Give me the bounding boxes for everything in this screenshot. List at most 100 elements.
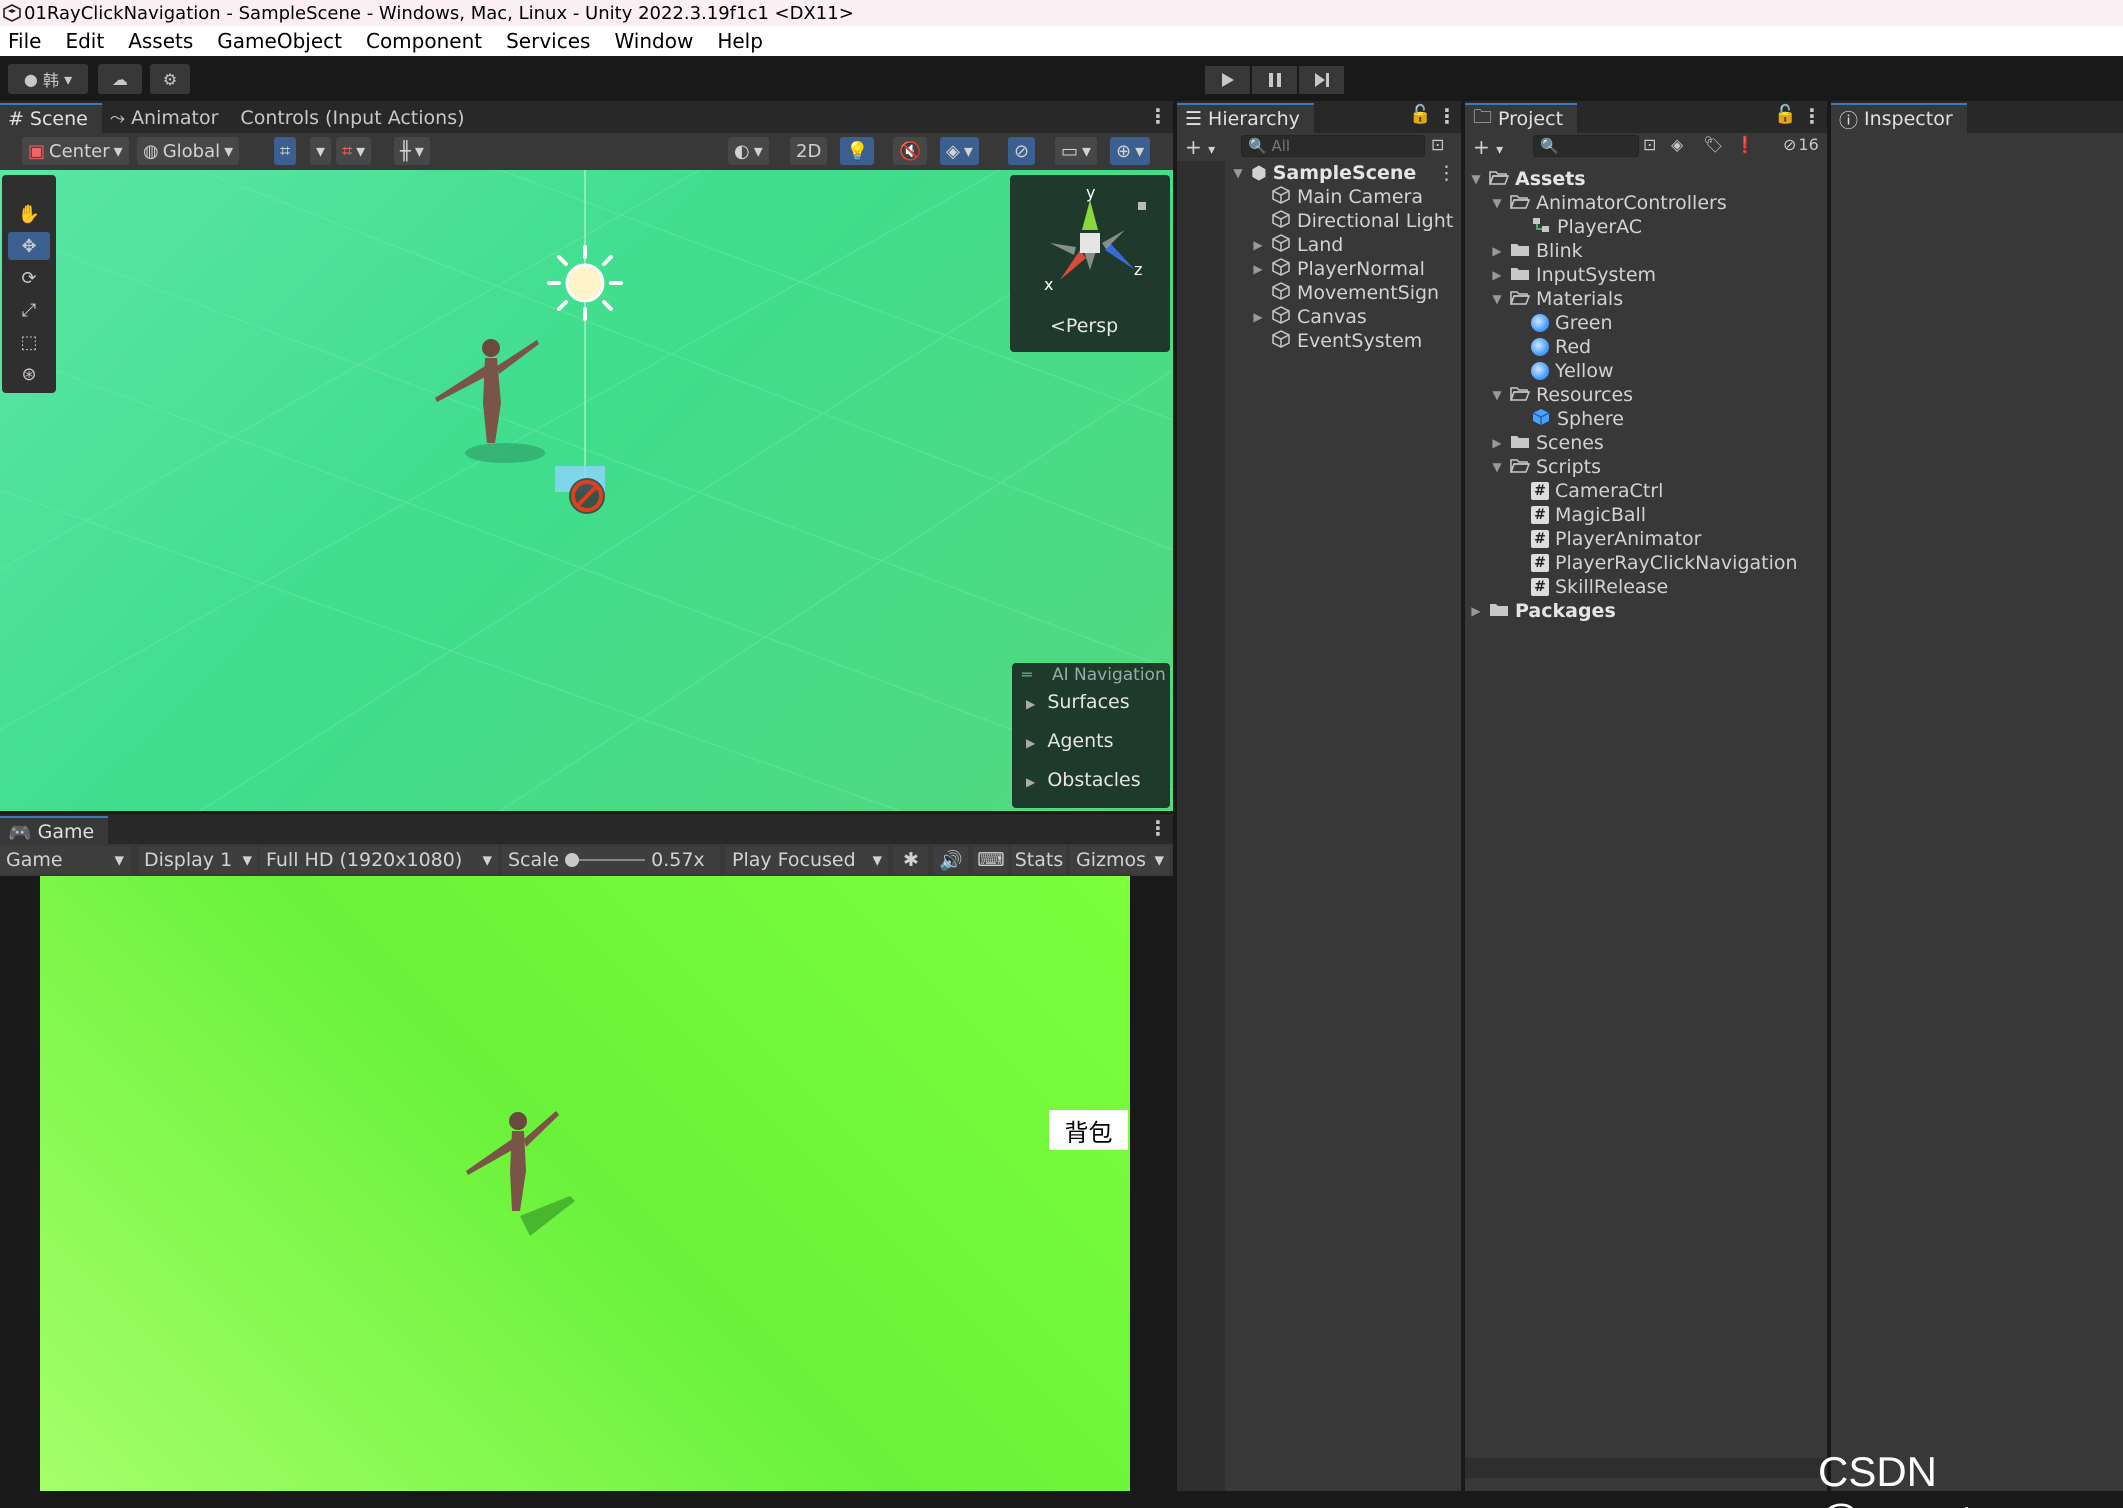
project-create-dropdown[interactable]: + ▾ [1473,135,1503,159]
project-item[interactable]: ▶ InputSystem [1490,263,1656,287]
pivot-space-dropdown[interactable]: ◍ Global ▾ [137,137,240,165]
tab-animator[interactable]: ⤳ Animator [102,103,233,133]
project-search-input[interactable]: 🔍 [1533,135,1639,157]
cloud-button[interactable]: ☁ [98,64,142,94]
bag-button[interactable]: 背包 [1049,1110,1128,1150]
move-tool[interactable]: ✥ [8,232,50,260]
project-item[interactable]: # MagicBall [1511,503,1646,527]
scene-viewport[interactable] [0,170,1173,811]
project-item[interactable]: # CameraCtrl [1511,479,1663,503]
menu-assets[interactable]: Assets [116,29,205,53]
project-item[interactable]: Yellow [1511,359,1614,383]
chevron-down-icon[interactable]: ▼ [1490,388,1504,402]
project-scrollbar[interactable] [1465,1458,1827,1478]
filter-label-icon[interactable]: 🏷 [1703,135,1723,154]
orientation-gizmo[interactable]: y x z <Persp [1010,175,1170,352]
hierarchy-item[interactable]: ▶ Land [1251,233,1343,257]
rotate-tool[interactable]: ⟳ [8,264,50,292]
ruler-toggle[interactable]: ╫ ▾ [394,137,430,165]
filter-log-icon[interactable]: ❗ [1735,135,1755,154]
play-mode-dropdown[interactable]: Play Focused ▾ [726,846,888,874]
project-item[interactable]: # PlayerRayClickNavigation [1511,551,1798,575]
mode-2d-toggle[interactable]: 2D [790,137,828,165]
display-dropdown[interactable]: Display 1 ▾ [138,846,258,874]
chevron-down-icon[interactable]: ▼ [1490,196,1504,210]
project-item[interactable]: ▼ AnimatorControllers [1490,191,1726,215]
chevron-down-icon[interactable]: ▼ [1490,460,1504,474]
play-button[interactable] [1205,66,1250,94]
audio-toggle-game[interactable]: 🔊 [934,846,968,874]
project-item[interactable]: ▶ Scenes [1490,431,1603,455]
tab-game[interactable]: 🎮 Game [0,816,109,846]
visibility-toggle[interactable]: ⊘ [1008,137,1036,165]
hierarchy-item[interactable]: MovementSign [1251,281,1439,305]
grid-snap-toggle[interactable]: ⌗ [274,137,297,165]
menu-window[interactable]: Window [602,29,705,53]
stats-button[interactable]: Stats [1012,846,1066,874]
chevron-down-icon[interactable]: ▼ [1469,172,1483,186]
create-dropdown[interactable]: + ▾ [1185,135,1215,159]
project-item[interactable]: ▼ Resources [1490,383,1633,407]
tab-hierarchy[interactable]: ☰ Hierarchy [1177,103,1314,133]
chevron-right-icon[interactable]: ▶ [1469,604,1483,618]
gizmos-dropdown-game[interactable]: Gizmos ▾ [1070,846,1170,874]
bug-toggle[interactable]: ✱ [894,846,928,874]
chevron-right-icon[interactable]: ▶ [1251,310,1265,324]
chevron-down-icon[interactable]: ▼ [1231,166,1245,180]
audio-toggle[interactable]: 🔇 [893,137,928,165]
ai-nav-surfaces[interactable]: ▶ Surfaces [1026,691,1130,713]
resolution-dropdown[interactable]: Full HD (1920x1080) ▾ [260,846,498,874]
hierarchy-item[interactable]: Directional Light [1251,209,1453,233]
pivot-mode-dropdown[interactable]: ▣ Center ▾ [22,137,129,165]
view-mode-dropdown[interactable]: Game ▾ [0,846,130,874]
increment-snap-toggle[interactable]: ⌗ ▾ [336,137,372,165]
project-item[interactable]: # SkillRelease [1511,575,1668,599]
hierarchy-item[interactable]: EventSystem [1251,329,1422,353]
drag-handle-icon[interactable]: ═ [1022,665,1032,684]
scale-slider[interactable] [565,853,646,867]
effects-toggle[interactable]: ◈ ▾ [940,137,979,165]
hierarchy-menu-icon[interactable]: ⋮ [1437,104,1457,128]
hierarchy-item[interactable]: ▶ Canvas [1251,305,1367,329]
grid-snap-dropdown[interactable]: ▾ [310,137,332,165]
project-item[interactable]: ▼ Assets [1469,167,1585,191]
hierarchy-item[interactable]: Main Camera [1251,185,1423,209]
lock-icon[interactable]: 🔓 [1409,104,1431,125]
tab-project[interactable]: 🗀 Project [1465,103,1578,133]
scale-slider-thumb[interactable] [565,853,580,867]
scene-menu-icon[interactable]: ⋮ [1437,162,1456,184]
menu-file[interactable]: File [0,29,53,53]
scene-visibility-icon[interactable]: ⊡ [1431,135,1453,157]
keyboard-toggle[interactable]: ⌨ [974,846,1008,874]
search-scope-icon[interactable]: ⊡ [1643,135,1656,154]
scene-menu-icon[interactable]: ⋮ [1148,104,1168,128]
game-menu-icon[interactable]: ⋮ [1148,816,1168,840]
project-item[interactable]: ▶ Blink [1490,239,1582,263]
project-item[interactable]: ▼ Scripts [1490,455,1601,479]
gizmos-dropdown[interactable]: ⊕ ▾ [1110,137,1151,165]
transform-tool[interactable]: ⊛ [8,360,50,388]
project-item[interactable]: Sphere [1511,407,1624,431]
menu-services[interactable]: Services [494,29,602,53]
menu-help[interactable]: Help [705,29,775,53]
project-menu-icon[interactable]: ⋮ [1802,104,1822,128]
chevron-right-icon[interactable]: ▶ [1251,238,1265,252]
chevron-down-icon[interactable]: ▼ [1490,292,1504,306]
menu-gameobject[interactable]: GameObject [205,29,354,53]
menu-component[interactable]: Component [354,29,494,53]
projection-toggle[interactable]: <Persp [1050,315,1118,337]
ai-nav-obstacles[interactable]: ▶ Obstacles [1026,769,1141,791]
chevron-right-icon[interactable]: ▶ [1490,268,1504,282]
lock-icon[interactable]: 🔓 [1774,104,1796,125]
hidden-packages-toggle[interactable]: ⊘ 16 [1783,135,1819,154]
chevron-right-icon[interactable]: ▶ [1490,244,1504,258]
ai-nav-agents[interactable]: ▶ Agents [1026,730,1113,752]
tab-controls[interactable]: Controls (Input Actions) [232,103,478,133]
filter-type-icon[interactable]: ◈ [1671,135,1683,154]
project-item[interactable]: Red [1511,335,1591,359]
chevron-right-icon[interactable]: ▶ [1251,262,1265,276]
project-item[interactable]: PlayerAC [1511,215,1642,239]
camera-dropdown[interactable]: ▭ ▾ [1055,137,1098,165]
hand-tool[interactable]: ✋ [8,200,50,228]
tab-scene[interactable]: # Scene [0,103,102,133]
